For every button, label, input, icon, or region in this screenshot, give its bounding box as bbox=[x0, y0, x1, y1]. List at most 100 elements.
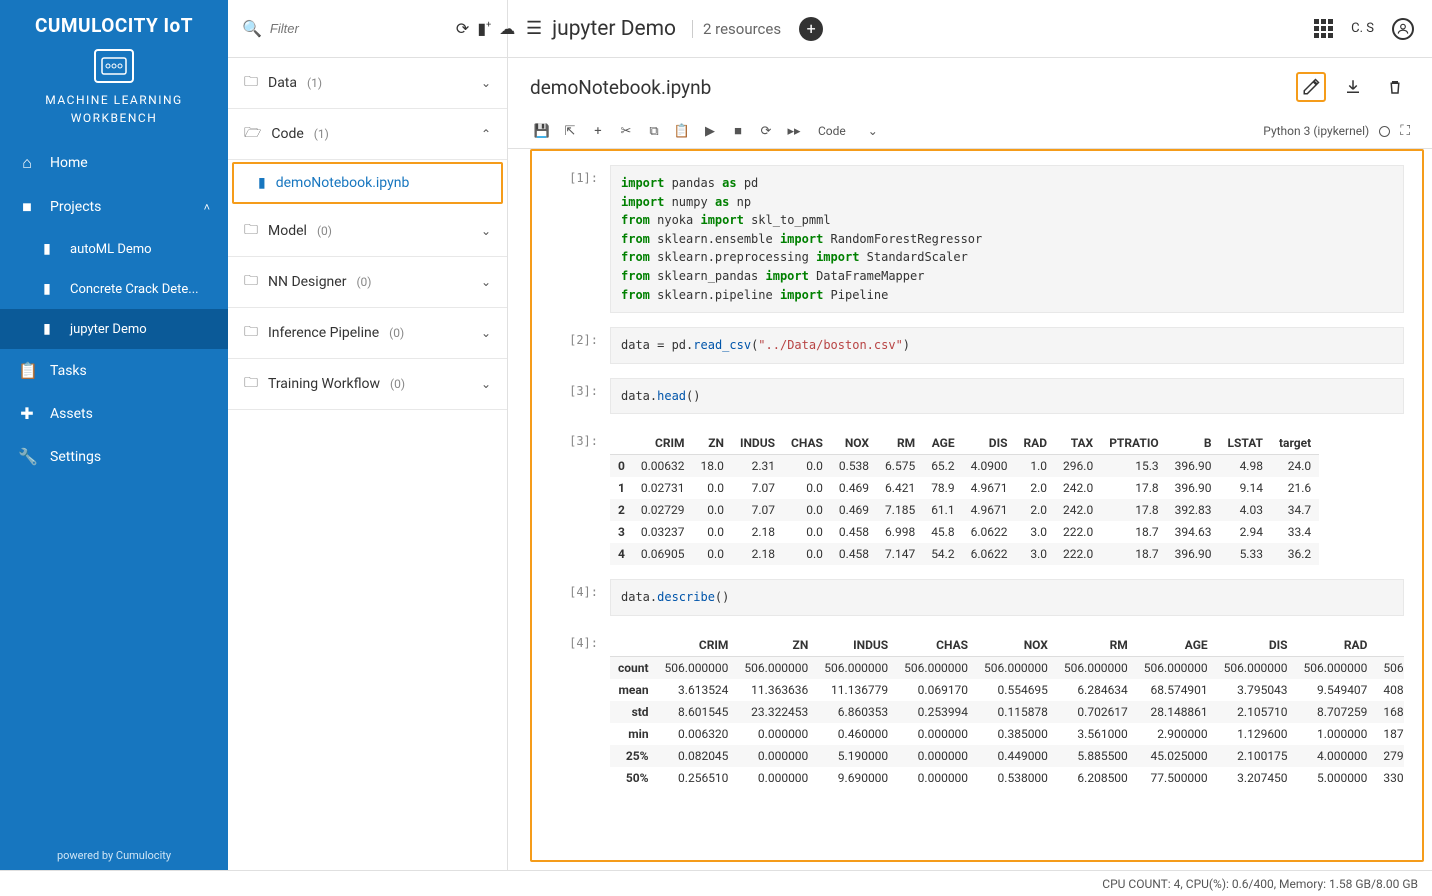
file-demonotebook[interactable]: ▮demoNotebook.ipynb bbox=[232, 162, 503, 204]
breadcrumb-title: jupyter Demo bbox=[552, 17, 676, 41]
cell-type-label: Code bbox=[818, 124, 846, 138]
folder-training[interactable]: 🗀Training Workflow(0)⌄ bbox=[228, 359, 507, 410]
run-all-button[interactable]: ▸▸ bbox=[782, 120, 806, 142]
status-bar: CPU COUNT: 4, CPU(%): 0.6/400, Memory: 1… bbox=[0, 870, 1432, 896]
folder-data[interactable]: 🗀Data(1)⌄ bbox=[228, 58, 507, 109]
nav-settings[interactable]: 🔧 Settings bbox=[0, 435, 228, 478]
head-table: CRIMZNINDUSCHASNOXRMAGEDISRADTAXPTRATIOB… bbox=[610, 432, 1319, 565]
folder-icon: 🗀 bbox=[244, 71, 258, 95]
nav-settings-label: Settings bbox=[50, 449, 101, 465]
new-file-button[interactable]: ▮+ bbox=[477, 19, 491, 38]
cell-1[interactable]: [1]: import pandas as pd import numpy as… bbox=[550, 165, 1404, 313]
folder-label: Inference Pipeline bbox=[268, 325, 379, 341]
folder-inference[interactable]: 🗀Inference Pipeline(0)⌄ bbox=[228, 308, 507, 359]
delete-button[interactable] bbox=[1380, 72, 1410, 102]
notebook-body[interactable]: [1]: import pandas as pd import numpy as… bbox=[530, 149, 1424, 862]
main-header: ☰ jupyter Demo 2 resources + C. S bbox=[508, 0, 1432, 58]
breadcrumb-subtitle: 2 resources bbox=[692, 20, 781, 38]
clipboard-icon: 📋 bbox=[18, 361, 36, 380]
sidebar-toggle-button[interactable]: ☰ bbox=[526, 18, 542, 39]
folder-model[interactable]: 🗀Model(0)⌄ bbox=[228, 206, 507, 257]
cell-prompt: [2]: bbox=[550, 327, 610, 364]
folder-icon: 🗀 bbox=[244, 321, 258, 345]
code-input[interactable]: data = pd.read_csv("../Data/boston.csv") bbox=[610, 327, 1404, 364]
sidebar: CUMULOCITY IoT MACHINE LEARNING WORKBENC… bbox=[0, 0, 228, 870]
code-input[interactable]: import pandas as pd import numpy as np f… bbox=[610, 165, 1404, 313]
folder-label: Code bbox=[271, 126, 303, 142]
folder-nn[interactable]: 🗀 NN Designer (0) ⌄ bbox=[228, 257, 507, 308]
chevron-down-icon: ⌄ bbox=[481, 76, 491, 90]
fullscreen-button[interactable]: ⛶ bbox=[1400, 123, 1410, 139]
nav-project-jupyter[interactable]: ▮ jupyter Demo bbox=[0, 309, 228, 349]
apps-icon[interactable] bbox=[1314, 19, 1333, 38]
nav-project-label: autoML Demo bbox=[70, 242, 152, 257]
cell-3[interactable]: [3]: data.head() bbox=[550, 378, 1404, 415]
notebook-toolbar: 💾 ⇱ + ✂ ⧉ 📋 ▶ ■ ⟳ ▸▸ Code ⌄ Python 3 (ipy… bbox=[508, 116, 1432, 149]
plus-square-icon: ✚ bbox=[18, 404, 36, 423]
nav-tasks[interactable]: 📋 Tasks bbox=[0, 349, 228, 392]
wrench-icon: 🔧 bbox=[18, 447, 36, 466]
resource-panel: 🔍 ⟳ ▮+ ☁ 🗀Data(1)⌄ 🗁Code(1)⌃ ▮demoNotebo… bbox=[228, 0, 508, 870]
user-label: C. S bbox=[1351, 21, 1374, 36]
nav-projects-label: Projects bbox=[50, 199, 101, 215]
add-resource-button[interactable]: + bbox=[799, 17, 823, 41]
nav-projects[interactable]: ■Projects˄ bbox=[0, 185, 228, 229]
cell-3-output: [3]: CRIMZNINDUSCHASNOXRMAGEDISRADTAXPTR… bbox=[550, 428, 1404, 565]
folder-open-icon: 🗁 bbox=[244, 122, 261, 146]
file-icon: ▮ bbox=[38, 241, 56, 257]
add-cell-button[interactable]: + bbox=[586, 120, 610, 142]
output-prompt: [4]: bbox=[550, 630, 610, 789]
cell-2[interactable]: [2]: data = pd.read_csv("../Data/boston.… bbox=[550, 327, 1404, 364]
folder-icon: 🗀 bbox=[244, 270, 258, 294]
paste-button[interactable]: 📋 bbox=[670, 120, 694, 142]
folder-count: (1) bbox=[314, 127, 329, 141]
nav-assets-label: Assets bbox=[50, 406, 93, 422]
nav-project-concrete[interactable]: ▮Concrete Crack Dete... bbox=[0, 269, 228, 309]
edit-button[interactable] bbox=[1296, 72, 1326, 102]
folder-count: (0) bbox=[390, 377, 405, 391]
refresh-button[interactable]: ⟳ bbox=[456, 19, 469, 38]
folder-code[interactable]: 🗁 Code (1) ⌃ bbox=[228, 109, 507, 160]
nav: ⌂Home ■Projects˄ ▮autoML Demo ▮Concrete … bbox=[0, 141, 228, 841]
export-button[interactable]: ⇱ bbox=[558, 120, 582, 142]
run-button[interactable]: ▶ bbox=[698, 120, 722, 142]
cell-type-select[interactable]: Code ⌄ bbox=[818, 124, 878, 138]
nav-assets[interactable]: ✚ Assets bbox=[0, 392, 228, 435]
folder-count: (0) bbox=[317, 224, 332, 238]
nav-project-label: Concrete Crack Dete... bbox=[70, 282, 199, 297]
cut-button[interactable]: ✂ bbox=[614, 120, 638, 142]
cell-4[interactable]: [4]: data.describe() bbox=[550, 579, 1404, 616]
nav-home[interactable]: ⌂Home bbox=[0, 141, 228, 185]
chevron-down-icon: ⌄ bbox=[481, 326, 491, 340]
folder-icon: 🗀 bbox=[244, 372, 258, 396]
folder-count: (0) bbox=[356, 275, 371, 289]
search-icon: 🔍 bbox=[242, 19, 262, 38]
notebook-header: demoNotebook.ipynb bbox=[508, 58, 1432, 116]
brand-subtitle: MACHINE LEARNING WORKBENCH bbox=[0, 91, 228, 141]
code-input[interactable]: data.head() bbox=[610, 378, 1404, 415]
chevron-down-icon: ⌄ bbox=[481, 224, 491, 238]
folder-icon: ■ bbox=[18, 197, 36, 217]
chevron-down-icon: ⌄ bbox=[481, 275, 491, 289]
nav-project-label: jupyter Demo bbox=[70, 322, 147, 337]
nav-project-automl[interactable]: ▮ autoML Demo bbox=[0, 229, 228, 269]
chevron-up-icon: ⌃ bbox=[481, 127, 491, 141]
download-button[interactable] bbox=[1338, 72, 1368, 102]
filter-input[interactable] bbox=[270, 21, 448, 36]
code-input[interactable]: data.describe() bbox=[610, 579, 1404, 616]
chevron-down-icon: ⌄ bbox=[868, 124, 878, 138]
stop-button[interactable]: ■ bbox=[726, 120, 750, 142]
copy-button[interactable]: ⧉ bbox=[642, 120, 666, 142]
folder-label: NN Designer bbox=[268, 274, 346, 290]
restart-button[interactable]: ⟳ bbox=[754, 120, 778, 142]
nav-tasks-label: Tasks bbox=[50, 363, 87, 379]
file-icon: ▮ bbox=[38, 321, 56, 337]
cell-prompt: [4]: bbox=[550, 579, 610, 616]
kernel-label[interactable]: Python 3 (ipykernel) bbox=[1263, 124, 1369, 138]
user-avatar-button[interactable] bbox=[1392, 18, 1414, 40]
folder-label: Data bbox=[268, 75, 297, 91]
folder-label: Training Workflow bbox=[268, 376, 380, 392]
folder-label: Model bbox=[268, 223, 307, 239]
cell-prompt: [3]: bbox=[550, 378, 610, 415]
save-button[interactable]: 💾 bbox=[530, 120, 554, 142]
